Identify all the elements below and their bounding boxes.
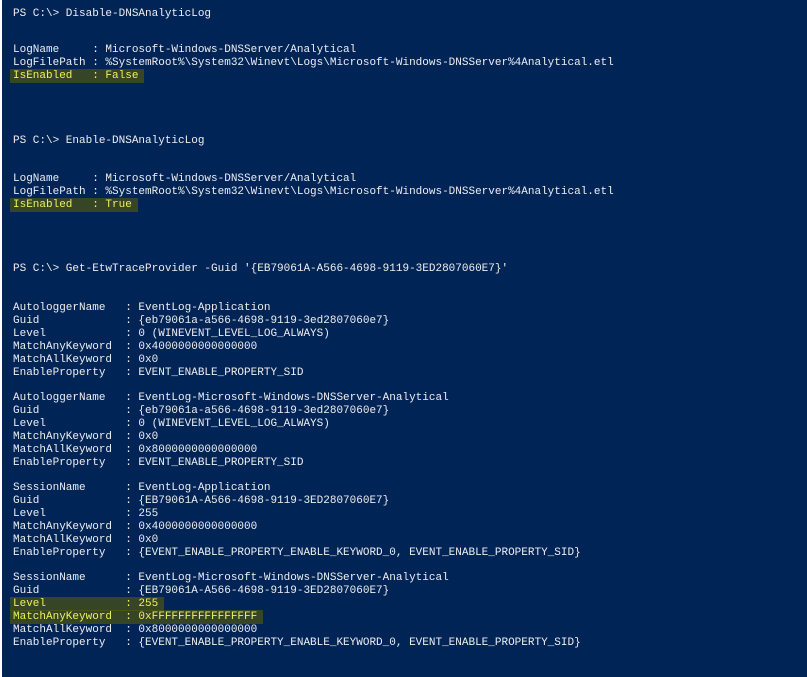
output-line: Level : 255 [13, 508, 158, 521]
line-text: Guid : {eb79061a-a566-4698-9119-3ed28070… [13, 315, 390, 327]
line-text: PS C:\> Enable-DNSAnalyticLog [13, 135, 205, 147]
line-text: MatchAnyKeyword : 0x4000000000000000 [13, 341, 258, 353]
output-line: MatchAnyKeyword : 0x4000000000000000 [13, 341, 257, 354]
output-line: LogName : Microsoft-Windows-DNSServer/An… [13, 173, 356, 186]
line-text: Guid : {eb79061a-a566-4698-9119-3ed28070… [13, 405, 390, 417]
line-text: EnableProperty : {EVENT_ENABLE_PROPERTY_… [13, 637, 581, 649]
line-text: SessionName : EventLog-Application [13, 482, 271, 494]
line-text: LogFilePath : %SystemRoot%\System32\Wine… [13, 57, 614, 69]
output-line: Level : 0 (WINEVENT_LEVEL_LOG_ALWAYS) [13, 418, 330, 431]
output-line: MatchAllKeyword : 0x0 [13, 534, 158, 547]
output-line: MatchAnyKeyword : 0x4000000000000000 [13, 521, 257, 534]
output-line: SessionName : EventLog-Microsoft-Windows… [13, 572, 449, 585]
output-line: Level : 0 (WINEVENT_LEVEL_LOG_ALWAYS) [13, 328, 330, 341]
line-text: Level : 0 (WINEVENT_LEVEL_LOG_ALWAYS) [13, 328, 330, 340]
highlighted-output-line: MatchAnyKeyword : 0xFFFFFFFFFFFFFFFF [10, 610, 264, 624]
output-line: LogName : Microsoft-Windows-DNSServer/An… [13, 44, 356, 57]
line-text: Level : 255 [13, 508, 159, 520]
highlighted-output-line: IsEnabled : False [10, 69, 145, 83]
output-line: EnableProperty : EVENT_ENABLE_PROPERTY_S… [13, 367, 303, 380]
prompt-command-line: PS C:\> Disable-DNSAnalyticLog [13, 8, 211, 21]
line-text: LogFilePath : %SystemRoot%\System32\Wine… [13, 186, 614, 198]
line-text: MatchAnyKeyword : 0x4000000000000000 [13, 521, 258, 533]
output-line: Guid : {eb79061a-a566-4698-9119-3ed28070… [13, 405, 389, 418]
line-text: AutologgerName : EventLog-Microsoft-Wind… [13, 392, 449, 404]
prompt-command-line: PS C:\> Get-EtwTraceProvider -Guid '{EB7… [13, 263, 508, 276]
output-line: AutologgerName : EventLog-Microsoft-Wind… [13, 392, 449, 405]
line-text: Guid : {EB79061A-A566-4698-9119-3ED28070… [13, 585, 390, 597]
line-text: SessionName : EventLog-Microsoft-Windows… [13, 572, 449, 584]
line-text: IsEnabled : False [10, 69, 145, 83]
line-text: IsEnabled : True [10, 198, 138, 212]
line-text: Guid : {EB79061A-A566-4698-9119-3ED28070… [13, 495, 390, 507]
line-text: Level : 255 [10, 597, 165, 611]
line-text: PS C:\> Get-EtwTraceProvider -Guid '{EB7… [13, 263, 509, 275]
line-text: MatchAllKeyword : 0x0 [13, 534, 159, 546]
output-line: MatchAnyKeyword : 0x0 [13, 431, 158, 444]
output-line: EnableProperty : {EVENT_ENABLE_PROPERTY_… [13, 637, 581, 650]
line-text: Level : 0 (WINEVENT_LEVEL_LOG_ALWAYS) [13, 418, 330, 430]
line-text: MatchAnyKeyword : 0xFFFFFFFFFFFFFFFF [10, 610, 264, 624]
output-line: Guid : {eb79061a-a566-4698-9119-3ed28070… [13, 315, 389, 328]
output-line: EnableProperty : {EVENT_ENABLE_PROPERTY_… [13, 547, 581, 560]
output-line: EnableProperty : EVENT_ENABLE_PROPERTY_S… [13, 457, 303, 470]
output-line: MatchAllKeyword : 0x8000000000000000 [13, 624, 257, 637]
output-line: MatchAllKeyword : 0x0 [13, 354, 158, 367]
line-text: MatchAllKeyword : 0x0 [13, 354, 159, 366]
line-text: MatchAllKeyword : 0x8000000000000000 [13, 444, 258, 456]
line-text: MatchAllKeyword : 0x8000000000000000 [13, 624, 258, 636]
line-text: MatchAnyKeyword : 0x0 [13, 431, 159, 443]
output-line: AutologgerName : EventLog-Application [13, 302, 270, 315]
line-text: EnableProperty : {EVENT_ENABLE_PROPERTY_… [13, 547, 581, 559]
highlighted-output-line: IsEnabled : True [10, 198, 138, 212]
prompt-command-line: PS C:\> Enable-DNSAnalyticLog [13, 135, 204, 148]
powershell-console[interactable]: PS C:\> Disable-DNSAnalyticLog LogName : … [0, 0, 807, 677]
output-line: Guid : {EB79061A-A566-4698-9119-3ED28070… [13, 495, 389, 508]
line-text: PS C:\> Disable-DNSAnalyticLog [13, 8, 212, 20]
line-text: LogName : Microsoft-Windows-DNSServer/An… [13, 44, 357, 56]
line-text: EnableProperty : EVENT_ENABLE_PROPERTY_S… [13, 457, 304, 469]
output-line: MatchAllKeyword : 0x8000000000000000 [13, 444, 257, 457]
output-line: SessionName : EventLog-Application [13, 482, 270, 495]
line-text: LogName : Microsoft-Windows-DNSServer/An… [13, 173, 357, 185]
line-text: AutologgerName : EventLog-Application [13, 302, 271, 314]
line-text: EnableProperty : EVENT_ENABLE_PROPERTY_S… [13, 367, 304, 379]
